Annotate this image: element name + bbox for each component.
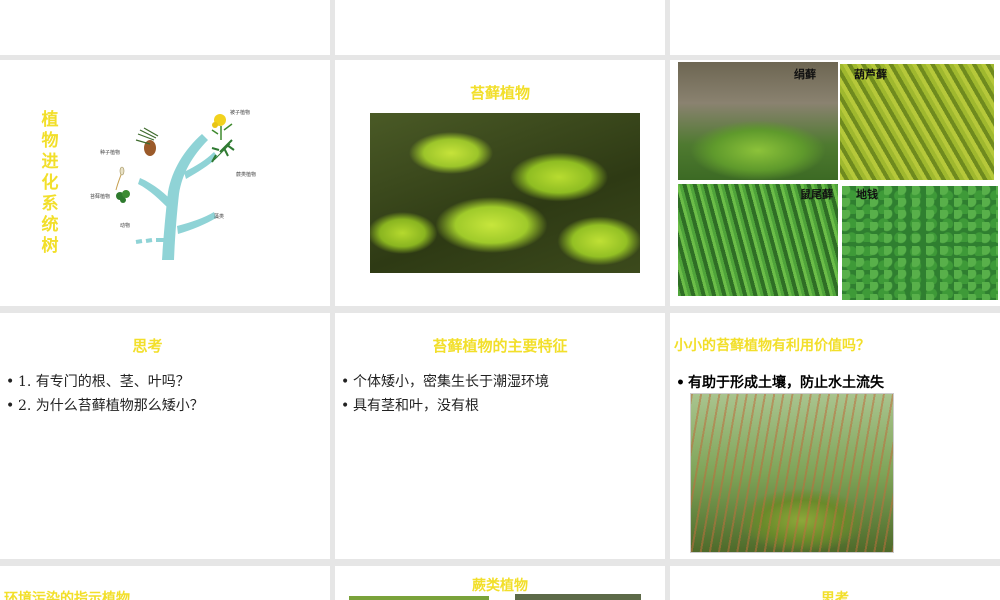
fern-photo-left bbox=[349, 596, 489, 600]
slide-evolution-tree[interactable]: 植物进化系统树 种子植物 苔藓植物 动物 被子植物 蕨类植物 藻类 bbox=[0, 60, 330, 306]
moss-photo bbox=[370, 113, 640, 273]
tree-branch-right bbox=[177, 212, 216, 234]
list-item: 2. 为什么苔藓植物那么矮小？ bbox=[6, 394, 204, 418]
moss-label-juanxian: 绢藓 bbox=[794, 68, 816, 81]
tree-label-animal: 动物 bbox=[120, 222, 130, 229]
question-list: 1. 有专门的根、茎、叶吗？ 2. 为什么苔藓植物那么矮小？ bbox=[6, 370, 204, 418]
feature-list: 个体矮小，密集生长于潮湿环境 具有茎和叶，没有根 bbox=[341, 370, 549, 418]
moss-label-diqian: 地钱 bbox=[856, 188, 878, 201]
evolution-tree-diagram: 种子植物 苔藓植物 动物 被子植物 蕨类植物 藻类 bbox=[90, 109, 256, 260]
slide-think[interactable]: 思考 1. 有专门的根、茎、叶吗？ 2. 为什么苔藓植物那么矮小？ bbox=[0, 313, 330, 559]
slide-value[interactable]: 小小的苔藓植物有利用价值吗？ 有助于形成土壤，防止水土流失 bbox=[670, 313, 1000, 559]
slide-thumbnail-1[interactable] bbox=[0, 0, 330, 55]
tree-label-fern: 蕨类植物 bbox=[236, 171, 256, 178]
moss-label-shuweixian: 鼠尾藓 bbox=[800, 188, 833, 201]
tree-label-angiosperm: 被子植物 bbox=[230, 109, 250, 116]
moss-sporophyte-photo bbox=[690, 393, 894, 553]
slide-title: 思考 bbox=[132, 337, 163, 355]
moss-photo-diqian bbox=[842, 186, 998, 300]
slide-title: 蕨类植物 bbox=[472, 578, 528, 594]
slide-bryophytes[interactable]: 苔藓植物 bbox=[335, 60, 665, 306]
slide-title: 思考 bbox=[821, 591, 849, 600]
tree-label-bryophyte: 苔藓植物 bbox=[90, 193, 110, 200]
slide-thumbnail-2[interactable] bbox=[335, 0, 665, 55]
slide-pollution-indicator[interactable]: 环境污染的指示植物 bbox=[0, 566, 330, 600]
slide-features[interactable]: 苔藓植物的主要特征 个体矮小，密集生长于潮湿环境 具有茎和叶，没有根 bbox=[335, 313, 665, 559]
slide-moss-types[interactable]: 绢藓 葫芦藓 鼠尾藓 地钱 bbox=[670, 60, 1000, 306]
slide-title: 苔藓植物的主要特征 bbox=[432, 337, 568, 355]
slide-title: 植物进化系统树 bbox=[41, 110, 59, 256]
list-item: 1. 有专门的根、茎、叶吗？ bbox=[6, 370, 204, 394]
list-item: 有助于形成土壤，防止水土流失 bbox=[676, 371, 884, 395]
fern-photo-right bbox=[515, 594, 641, 600]
fern-icon bbox=[211, 139, 235, 163]
tree-label-seed: 种子植物 bbox=[100, 149, 120, 156]
slide-title: 环境污染的指示植物 bbox=[4, 591, 130, 600]
tree-trunk bbox=[162, 134, 208, 260]
value-list: 有助于形成土壤，防止水土流失 bbox=[676, 371, 884, 395]
slide-think-2[interactable]: 思考 bbox=[670, 566, 1000, 600]
list-item: 个体矮小，密集生长于潮湿环境 bbox=[341, 370, 549, 394]
pine-cone-icon bbox=[135, 127, 159, 156]
slide-ferns[interactable]: 蕨类植物 bbox=[335, 566, 665, 600]
tree-label-algae: 藻类 bbox=[214, 213, 224, 220]
moss-label-huluxian: 葫芦藓 bbox=[854, 68, 887, 81]
slide-title: 苔藓植物 bbox=[469, 84, 530, 102]
tree-branch-animal bbox=[135, 238, 166, 244]
flower-icon bbox=[211, 114, 233, 140]
list-item: 具有茎和叶，没有根 bbox=[341, 394, 549, 418]
moss-icon bbox=[115, 166, 130, 203]
slide-title: 小小的苔藓植物有利用价值吗？ bbox=[674, 338, 870, 354]
slide-thumbnail-3[interactable] bbox=[670, 0, 1000, 55]
